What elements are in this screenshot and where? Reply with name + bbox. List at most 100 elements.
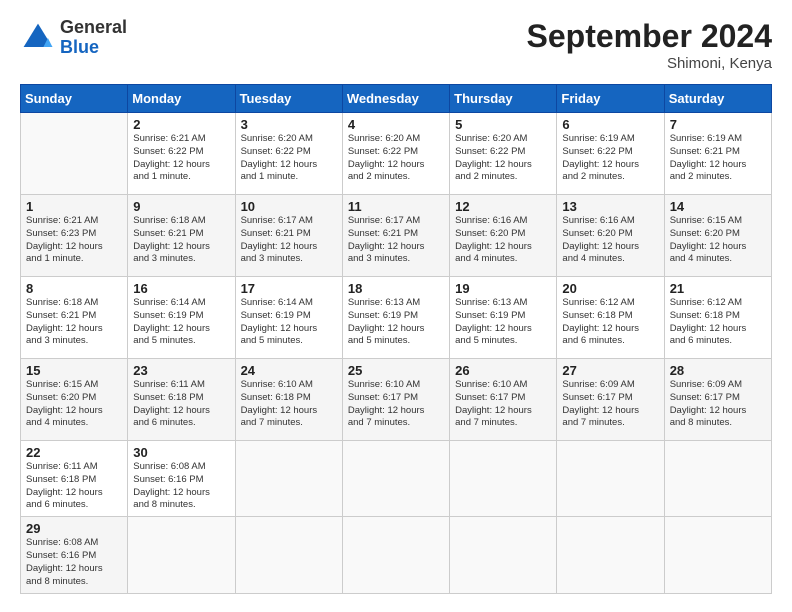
header-cell-friday: Friday [557,85,664,113]
cell-line: Sunrise: 6:16 AM [562,215,658,228]
day-number: 25 [348,363,444,378]
day-number: 26 [455,363,551,378]
cell-line: and 7 minutes. [455,417,551,430]
day-number: 3 [241,117,337,132]
cell-line: Daylight: 12 hours [670,405,766,418]
cell-line: and 5 minutes. [348,335,444,348]
calendar-cell: 24Sunrise: 6:10 AMSunset: 6:18 PMDayligh… [235,359,342,441]
day-number: 1 [26,199,122,214]
cell-line: and 8 minutes. [670,417,766,430]
cell-line: and 5 minutes. [133,335,229,348]
calendar-cell: 16Sunrise: 6:14 AMSunset: 6:19 PMDayligh… [128,277,235,359]
cell-line: Sunset: 6:19 PM [133,310,229,323]
cell-line: Sunrise: 6:20 AM [348,133,444,146]
logo-blue: Blue [60,38,127,58]
cell-line: Daylight: 12 hours [455,323,551,336]
cell-line: Daylight: 12 hours [455,405,551,418]
cell-line: Daylight: 12 hours [455,159,551,172]
cell-line: Sunset: 6:22 PM [241,146,337,159]
cell-line: Sunrise: 6:21 AM [133,133,229,146]
calendar-cell [450,441,557,517]
calendar-cell [664,517,771,593]
cell-line: and 6 minutes. [133,417,229,430]
cell-line: Sunrise: 6:14 AM [133,297,229,310]
day-number: 6 [562,117,658,132]
cell-line: Sunset: 6:22 PM [348,146,444,159]
calendar-cell: 1Sunrise: 6:21 AMSunset: 6:23 PMDaylight… [21,195,128,277]
calendar-cell [557,441,664,517]
cell-line: Sunset: 6:18 PM [562,310,658,323]
calendar-cell: 6Sunrise: 6:19 AMSunset: 6:22 PMDaylight… [557,113,664,195]
cell-line: Daylight: 12 hours [348,405,444,418]
cell-line: Sunset: 6:20 PM [26,392,122,405]
cell-line: Sunset: 6:17 PM [348,392,444,405]
cell-line: Sunset: 6:22 PM [562,146,658,159]
cell-line: Sunrise: 6:09 AM [670,379,766,392]
day-number: 9 [133,199,229,214]
header: General Blue September 2024 Shimoni, Ken… [20,18,772,72]
header-cell-tuesday: Tuesday [235,85,342,113]
calendar-cell: 7Sunrise: 6:19 AMSunset: 6:21 PMDaylight… [664,113,771,195]
cell-line: and 2 minutes. [348,171,444,184]
cell-line: Sunrise: 6:16 AM [455,215,551,228]
cell-line: Daylight: 12 hours [26,323,122,336]
calendar-cell: 19Sunrise: 6:13 AMSunset: 6:19 PMDayligh… [450,277,557,359]
calendar-row: 2Sunrise: 6:21 AMSunset: 6:22 PMDaylight… [21,113,772,195]
cell-line: and 3 minutes. [348,253,444,266]
cell-line: and 5 minutes. [455,335,551,348]
cell-line: and 6 minutes. [670,335,766,348]
logo-general: General [60,18,127,38]
cell-line: Sunrise: 6:11 AM [26,461,122,474]
day-number: 4 [348,117,444,132]
calendar-row: 22Sunrise: 6:11 AMSunset: 6:18 PMDayligh… [21,441,772,517]
cell-line: Daylight: 12 hours [562,241,658,254]
day-number: 18 [348,281,444,296]
calendar-cell: 21Sunrise: 6:12 AMSunset: 6:18 PMDayligh… [664,277,771,359]
cell-line: Sunrise: 6:10 AM [348,379,444,392]
cell-line: Sunrise: 6:14 AM [241,297,337,310]
cell-line: Sunrise: 6:18 AM [26,297,122,310]
day-number: 21 [670,281,766,296]
cell-line: Daylight: 12 hours [26,405,122,418]
month-title: September 2024 [527,18,772,55]
cell-line: Sunrise: 6:08 AM [26,537,122,550]
calendar-cell: 8Sunrise: 6:18 AMSunset: 6:21 PMDaylight… [21,277,128,359]
day-number: 20 [562,281,658,296]
day-number: 16 [133,281,229,296]
cell-line: Sunset: 6:20 PM [455,228,551,241]
header-cell-wednesday: Wednesday [342,85,449,113]
cell-line: Sunrise: 6:09 AM [562,379,658,392]
cell-line: Sunrise: 6:10 AM [241,379,337,392]
calendar-cell [128,517,235,593]
cell-line: Daylight: 12 hours [26,241,122,254]
cell-line: Daylight: 12 hours [562,159,658,172]
cell-line: Sunset: 6:21 PM [133,228,229,241]
cell-line: Sunset: 6:21 PM [26,310,122,323]
cell-line: Sunrise: 6:19 AM [562,133,658,146]
cell-line: Sunset: 6:18 PM [670,310,766,323]
cell-line: Daylight: 12 hours [562,323,658,336]
day-number: 14 [670,199,766,214]
calendar-cell [235,441,342,517]
day-number: 29 [26,521,122,536]
cell-line: Sunset: 6:18 PM [26,474,122,487]
cell-line: and 8 minutes. [26,576,122,589]
header-cell-saturday: Saturday [664,85,771,113]
calendar-table: SundayMondayTuesdayWednesdayThursdayFrid… [20,84,772,594]
cell-line: Daylight: 12 hours [670,323,766,336]
cell-line: Sunrise: 6:13 AM [348,297,444,310]
calendar-cell [557,517,664,593]
cell-line: Sunrise: 6:20 AM [455,133,551,146]
cell-line: Sunrise: 6:19 AM [670,133,766,146]
cell-line: Sunset: 6:19 PM [348,310,444,323]
cell-line: Daylight: 12 hours [133,159,229,172]
cell-line: and 5 minutes. [241,335,337,348]
day-number: 24 [241,363,337,378]
cell-line: Daylight: 12 hours [455,241,551,254]
cell-line: Sunset: 6:22 PM [133,146,229,159]
calendar-cell: 3Sunrise: 6:20 AMSunset: 6:22 PMDaylight… [235,113,342,195]
header-cell-sunday: Sunday [21,85,128,113]
cell-line: and 7 minutes. [241,417,337,430]
cell-line: Sunset: 6:17 PM [670,392,766,405]
cell-line: and 2 minutes. [455,171,551,184]
